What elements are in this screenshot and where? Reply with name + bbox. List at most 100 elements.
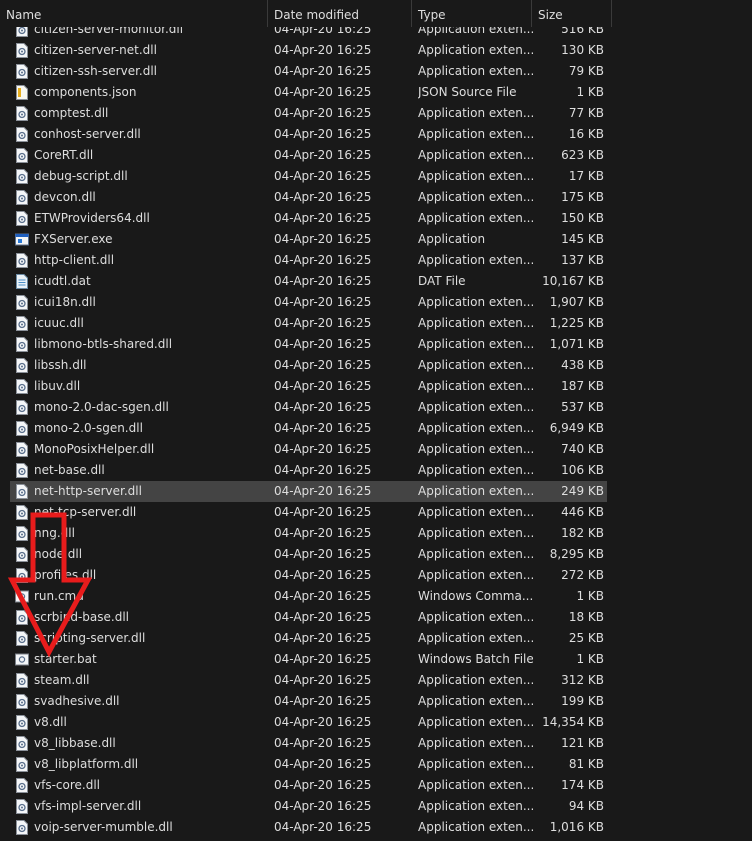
column-header-size[interactable]: Size	[532, 0, 612, 27]
file-name: vfs-core.dll	[34, 778, 100, 792]
file-row-v8-dll[interactable]: v8.dll 04-Apr-20 16:25 Application exten..…	[10, 712, 607, 733]
file-row-libmono-btls-shared-dll[interactable]: libmono-btls-shared.dll 04-Apr-20 16:25 Ap…	[10, 334, 607, 355]
file-row-profiles-dll[interactable]: profiles.dll 04-Apr-20 16:25 Application e…	[10, 565, 607, 586]
dll-icon	[15, 400, 29, 415]
file-name: comptest.dll	[34, 106, 109, 120]
file-row-steam-dll[interactable]: steam.dll 04-Apr-20 16:25 Application exte…	[10, 670, 607, 691]
file-type: Application exten...	[418, 295, 533, 309]
file-row-conhost-server-dll[interactable]: conhost-server.dll 04-Apr-20 16:25 Applica…	[10, 124, 607, 145]
column-header-size-label: Size	[538, 8, 563, 22]
column-header-name[interactable]: Name ⌃	[0, 0, 268, 27]
dll-icon	[15, 526, 29, 541]
file-row-fxserver-exe[interactable]: FXServer.exe 04-Apr-20 16:25 Application 14…	[10, 229, 607, 250]
file-row-nng-dll[interactable]: nng.dll 04-Apr-20 16:25 Application exten.…	[10, 523, 607, 544]
file-row-icudtl-dat[interactable]: icudtl.dat 04-Apr-20 16:25 DAT File 10,167 …	[10, 271, 607, 292]
file-date-modified: 04-Apr-20 16:25	[274, 379, 372, 393]
file-size: 121 KB	[561, 736, 604, 750]
file-size: 249 KB	[561, 484, 604, 498]
file-row-net-http-server-dll[interactable]: net-http-server.dll 04-Apr-20 16:25 Applic…	[10, 481, 607, 502]
file-row-mono-2-0-dac-sgen-dll[interactable]: mono-2.0-dac-sgen.dll 04-Apr-20 16:25 Appl…	[10, 397, 607, 418]
file-name: node.dll	[34, 547, 83, 561]
file-row-comptest-dll[interactable]: comptest.dll 04-Apr-20 16:25 Application e…	[10, 103, 607, 124]
file-date-modified: 04-Apr-20 16:25	[274, 589, 372, 603]
file-date-modified: 04-Apr-20 16:25	[274, 757, 372, 771]
dll-icon	[15, 421, 29, 436]
column-header-name-label: Name	[6, 8, 42, 22]
file-size: 174 KB	[561, 778, 604, 792]
file-row-icui18n-dll[interactable]: icui18n.dll 04-Apr-20 16:25 Application ex…	[10, 292, 607, 313]
file-row-net-base-dll[interactable]: net-base.dll 04-Apr-20 16:25 Application e…	[10, 460, 607, 481]
dll-icon	[15, 253, 29, 268]
file-size: 1 KB	[576, 589, 604, 603]
file-row-etwproviders64-dll[interactable]: ETWProviders64.dll 04-Apr-20 16:25 Applica…	[10, 208, 607, 229]
file-row-vfs-core-dll[interactable]: vfs-core.dll 04-Apr-20 16:25 Application e…	[10, 775, 607, 796]
file-size: 187 KB	[561, 379, 604, 393]
file-row-net-tcp-server-dll[interactable]: net-tcp-server.dll 04-Apr-20 16:25 Applica…	[10, 502, 607, 523]
file-row-scrbind-base-dll[interactable]: scrbind-base.dll 04-Apr-20 16:25 Applicati…	[10, 607, 607, 628]
file-row-node-dll[interactable]: node.dll 04-Apr-20 16:25 Application exten…	[10, 544, 607, 565]
file-type: Application exten...	[418, 169, 533, 183]
file-type: Application exten...	[418, 568, 533, 582]
file-type: Application exten...	[418, 211, 533, 225]
file-date-modified: 04-Apr-20 16:25	[274, 295, 372, 309]
file-date-modified: 04-Apr-20 16:25	[274, 631, 372, 645]
file-row-v8-libplatform-dll[interactable]: v8_libplatform.dll 04-Apr-20 16:25 Applica…	[10, 754, 607, 775]
dll-icon	[15, 715, 29, 730]
file-type: Application exten...	[418, 442, 533, 456]
file-row-icuuc-dll[interactable]: icuuc.dll 04-Apr-20 16:25 Application exte…	[10, 313, 607, 334]
file-row-debug-script-dll[interactable]: debug-script.dll 04-Apr-20 16:25 Applicati…	[10, 166, 607, 187]
dll-icon	[15, 631, 29, 646]
file-row-scripting-server-dll[interactable]: scripting-server.dll 04-Apr-20 16:25 Appli…	[10, 628, 607, 649]
column-header-bar: Name ⌃ Date modified Type Size	[0, 0, 752, 27]
dll-icon	[15, 316, 29, 331]
file-row-mono-2-0-sgen-dll[interactable]: mono-2.0-sgen.dll 04-Apr-20 16:25 Applicat…	[10, 418, 607, 439]
dll-icon	[15, 778, 29, 793]
file-type: Application exten...	[418, 421, 533, 435]
column-header-date[interactable]: Date modified	[268, 0, 412, 27]
dll-icon	[15, 799, 29, 814]
file-date-modified: 04-Apr-20 16:25	[274, 442, 372, 456]
dll-icon	[15, 64, 29, 79]
file-date-modified: 04-Apr-20 16:25	[274, 778, 372, 792]
dll-icon	[15, 757, 29, 772]
file-name: profiles.dll	[34, 568, 97, 582]
file-row-components-json[interactable]: components.json 04-Apr-20 16:25 JSON Sourc…	[10, 82, 607, 103]
file-type: Application exten...	[418, 463, 533, 477]
file-name: scripting-server.dll	[34, 631, 146, 645]
file-row-devcon-dll[interactable]: devcon.dll 04-Apr-20 16:25 Application ext…	[10, 187, 607, 208]
file-row-citizen-ssh-server-dll[interactable]: citizen-ssh-server.dll 04-Apr-20 16:25 App…	[10, 61, 607, 82]
file-size: 77 KB	[568, 106, 604, 120]
file-size: 199 KB	[561, 694, 604, 708]
column-header-type[interactable]: Type	[412, 0, 532, 27]
file-list: citizen-server-monitor.dll 04-Apr-20 16:2…	[0, 19, 752, 841]
file-type: Windows Comma...	[418, 589, 533, 603]
file-date-modified: 04-Apr-20 16:25	[274, 148, 372, 162]
file-row-vfs-impl-server-dll[interactable]: vfs-impl-server.dll 04-Apr-20 16:25 Applic…	[10, 796, 607, 817]
file-date-modified: 04-Apr-20 16:25	[274, 652, 372, 666]
file-name: v8.dll	[34, 715, 67, 729]
dll-icon	[15, 379, 29, 394]
file-date-modified: 04-Apr-20 16:25	[274, 421, 372, 435]
file-row-http-client-dll[interactable]: http-client.dll 04-Apr-20 16:25 Applicatio…	[10, 250, 607, 271]
file-row-starter-bat[interactable]: starter.bat 04-Apr-20 16:25 Windows Batch …	[10, 649, 607, 670]
file-type: Application exten...	[418, 673, 533, 687]
file-date-modified: 04-Apr-20 16:25	[274, 799, 372, 813]
file-row-libssh-dll[interactable]: libssh.dll 04-Apr-20 16:25 Application ext…	[10, 355, 607, 376]
file-name: libssh.dll	[34, 358, 87, 372]
file-size: 1 KB	[576, 85, 604, 99]
file-row-voip-server-mumble-dll[interactable]: voip-server-mumble.dll 04-Apr-20 16:25 App…	[10, 817, 607, 838]
file-row-monoposixhelper-dll[interactable]: MonoPosixHelper.dll 04-Apr-20 16:25 Applic…	[10, 439, 607, 460]
file-date-modified: 04-Apr-20 16:25	[274, 400, 372, 414]
file-name: mono-2.0-dac-sgen.dll	[34, 400, 169, 414]
file-name: ETWProviders64.dll	[34, 211, 150, 225]
dll-icon	[15, 484, 29, 499]
file-row-citizen-server-net-dll[interactable]: citizen-server-net.dll 04-Apr-20 16:25 App…	[10, 40, 607, 61]
file-type: Application exten...	[418, 610, 533, 624]
file-row-libuv-dll[interactable]: libuv.dll 04-Apr-20 16:25 Application exte…	[10, 376, 607, 397]
file-row-run-cmd[interactable]: run.cmd 04-Apr-20 16:25 Windows Comma... 1 …	[10, 586, 607, 607]
file-type: Application exten...	[418, 526, 533, 540]
file-row-corert-dll[interactable]: CoreRT.dll 04-Apr-20 16:25 Application ext…	[10, 145, 607, 166]
file-name: CoreRT.dll	[34, 148, 94, 162]
file-row-svadhesive-dll[interactable]: svadhesive.dll 04-Apr-20 16:25 Application…	[10, 691, 607, 712]
file-row-v8-libbase-dll[interactable]: v8_libbase.dll 04-Apr-20 16:25 Application…	[10, 733, 607, 754]
